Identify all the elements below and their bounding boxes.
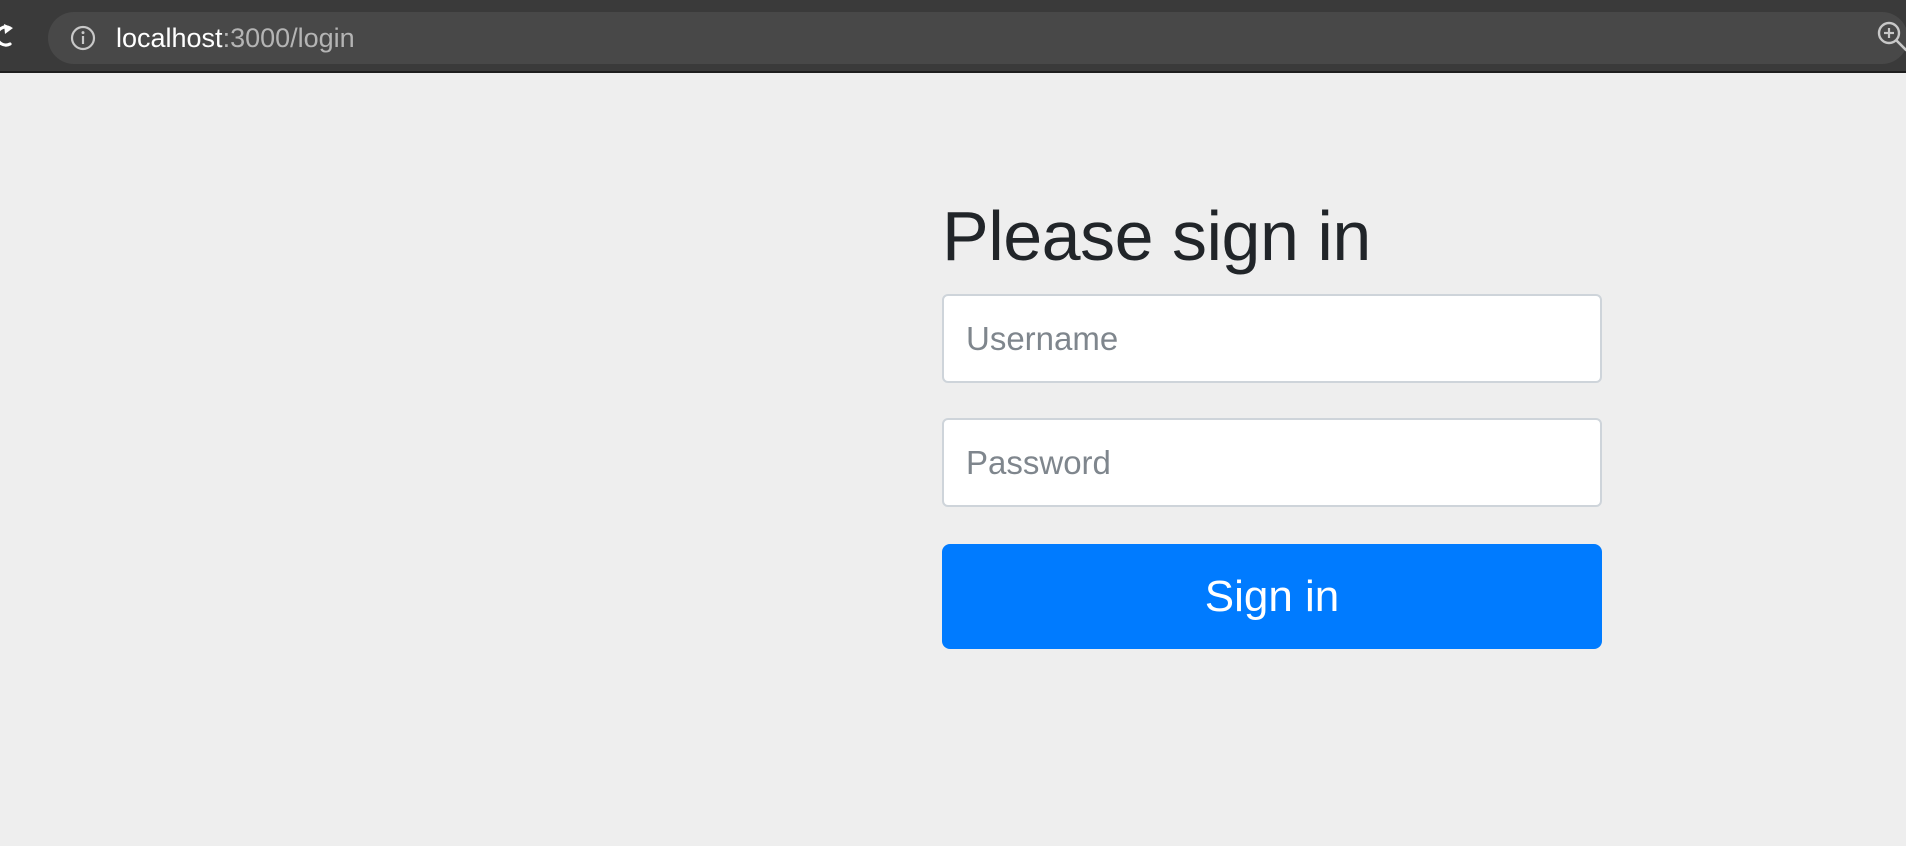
username-input[interactable] [942,294,1602,383]
url-text: localhost:3000/login [116,12,355,64]
address-bar[interactable]: localhost:3000/login [48,12,1906,64]
zoom-icon[interactable] [1876,20,1906,52]
url-host: localhost [116,23,223,53]
url-path: :3000/login [222,23,355,53]
page-title: Please sign in [942,197,1371,275]
login-form: Please sign in Sign in [942,196,1602,649]
password-input[interactable] [942,418,1602,507]
browser-toolbar: localhost:3000/login [0,0,1906,73]
reload-icon[interactable] [0,22,20,50]
sign-in-button[interactable]: Sign in [942,544,1602,649]
info-icon[interactable] [69,24,97,52]
